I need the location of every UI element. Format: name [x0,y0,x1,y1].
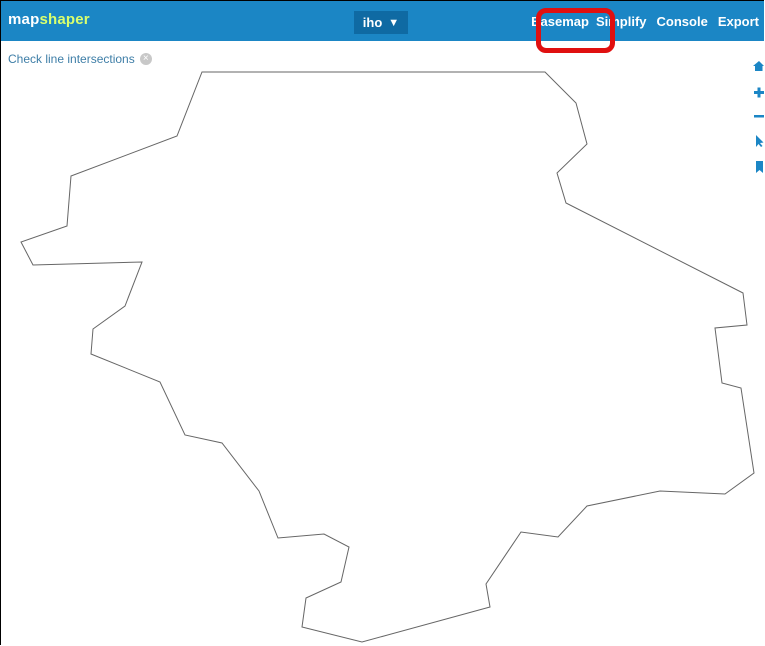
console-button[interactable]: Console [652,14,713,29]
app-window: mapshaper iho ▼ Basemap Simplify Console… [0,0,764,645]
zoom-out-icon[interactable] [752,109,764,123]
pointer-icon[interactable] [752,134,764,148]
map-shape-polygon [20,71,755,643]
map-canvas[interactable] [1,41,764,645]
bookmark-icon[interactable] [752,160,764,174]
basemap-button[interactable]: Basemap [526,14,591,29]
app-logo: mapshaper [8,11,90,28]
status-text: Check line intersections [8,52,135,66]
layer-menu-button[interactable]: iho ▼ [354,11,408,34]
top-bar: mapshaper iho ▼ Basemap Simplify Console… [1,1,764,41]
home-icon[interactable] [752,59,764,73]
export-button[interactable]: Export [713,14,764,29]
status-message: Check line intersections × [8,52,152,66]
layer-name: iho [362,15,383,30]
close-icon[interactable]: × [139,53,152,65]
dropdown-arrow-icon: ▼ [388,16,400,29]
zoom-in-icon[interactable] [752,85,764,99]
simplify-button[interactable]: Simplify [591,14,652,29]
map-svg [20,71,755,643]
main-nav: Basemap Simplify Console Export [526,1,764,41]
